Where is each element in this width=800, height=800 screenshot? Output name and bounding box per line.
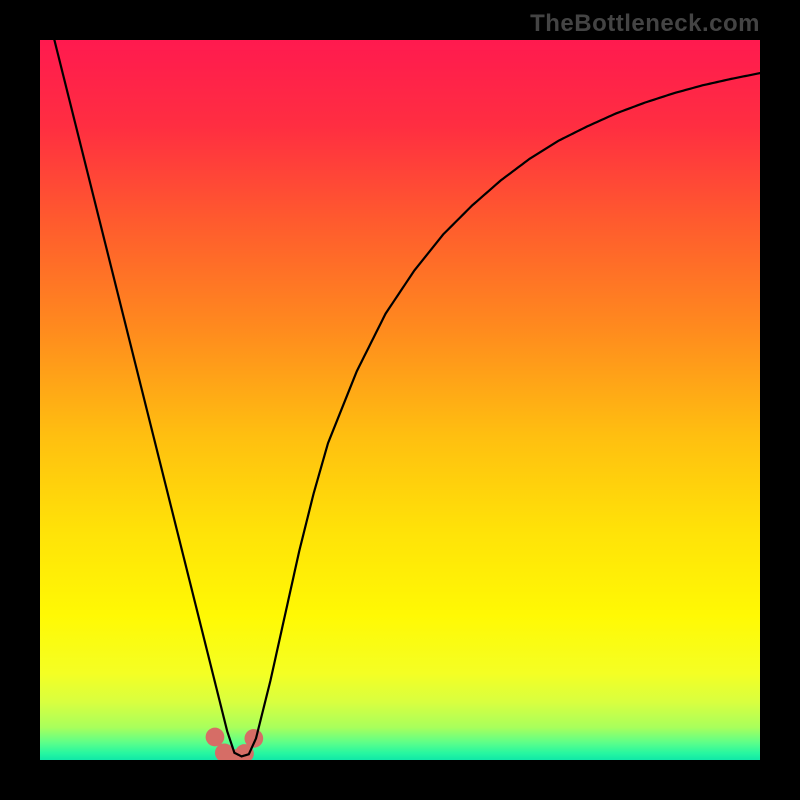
watermark-text: TheBottleneck.com — [530, 10, 760, 38]
marker-dot — [206, 728, 225, 747]
bottleneck-chart — [40, 40, 760, 760]
chart-frame: TheBottleneck.com — [0, 0, 800, 800]
plot-area — [40, 40, 760, 760]
gradient-background — [40, 40, 760, 760]
